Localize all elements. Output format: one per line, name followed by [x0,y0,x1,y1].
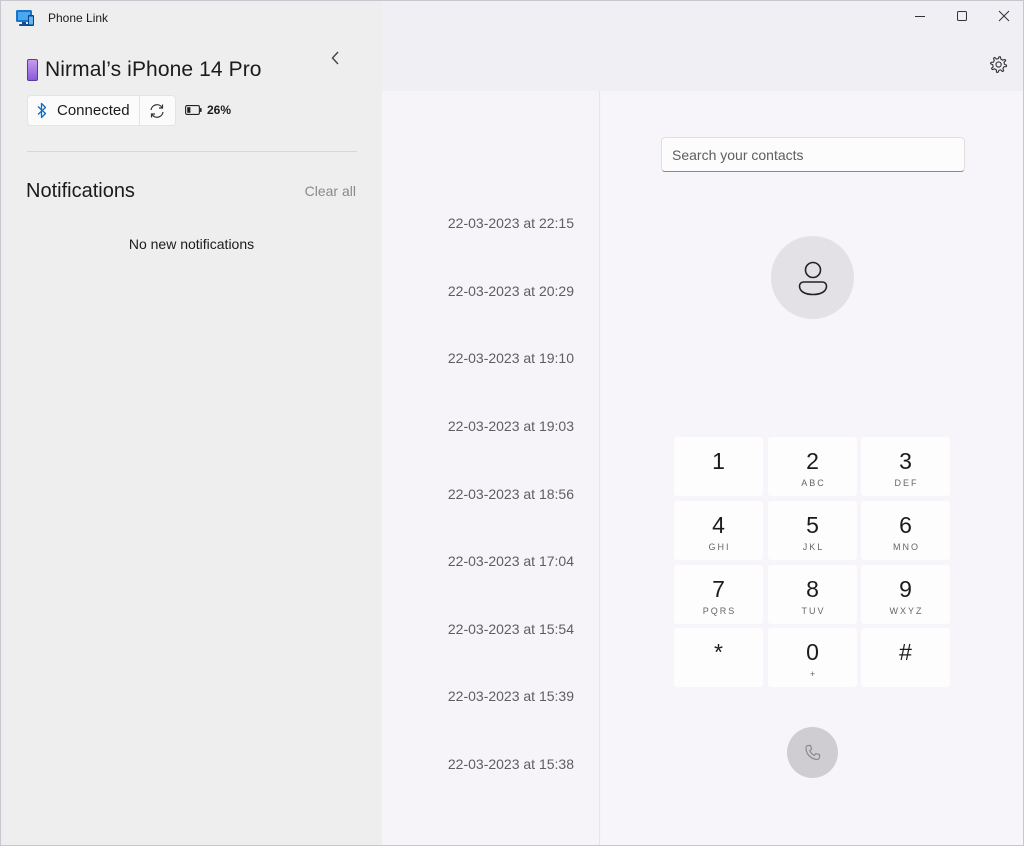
settings-button[interactable] [987,53,1011,77]
phone-device-icon [27,59,38,81]
person-icon [798,261,827,295]
key-3[interactable]: 3 DEF [861,437,950,496]
collapse-panel-button[interactable] [325,47,347,69]
call-item[interactable]: 22-03-2023 at 17:04 [448,553,574,569]
phone-link-window: Phone Link Nirmal’s iPhone 14 Pro Connec… [0,0,1024,846]
clear-all-button[interactable]: Clear all [305,183,356,199]
gear-icon [990,56,1008,74]
divider [27,151,357,152]
close-button[interactable] [983,1,1023,31]
key-2[interactable]: 2 ABC [768,437,857,496]
key-0[interactable]: 0 + [768,628,857,687]
call-item[interactable]: 22-03-2023 at 20:29 [448,283,574,299]
key-hash[interactable]: # [861,628,950,687]
device-name: Nirmal’s iPhone 14 Pro [45,58,262,81]
call-item[interactable]: 22-03-2023 at 22:15 [448,215,574,231]
app-title: Phone Link [48,11,109,25]
key-digit: # [899,639,912,665]
contacts-search-input[interactable] [661,137,965,172]
key-digit: 1 [712,448,725,474]
sync-icon [150,103,164,118]
close-icon [998,10,1010,22]
minimize-button[interactable] [899,1,941,31]
key-digit: 4 [712,512,725,538]
key-digit: * [714,639,723,665]
connected-button[interactable]: Connected [27,95,140,126]
key-letters: MNO [893,542,920,552]
key-star[interactable]: * [674,628,763,687]
key-letters: DEF [894,478,919,488]
top-bar [382,1,1023,91]
key-letters: GHI [708,542,731,552]
contact-avatar [771,236,854,319]
key-digit: 7 [712,576,725,602]
window-controls [899,1,1023,31]
key-letters: JKL [802,542,825,552]
call-item[interactable]: 22-03-2023 at 19:03 [448,418,574,434]
key-7[interactable]: 7 PQRS [674,565,763,624]
key-letters: ABC [801,478,826,488]
device-header: Nirmal’s iPhone 14 Pro [27,58,262,82]
key-letters: WXYZ [889,606,924,616]
connection-status-label: Connected [57,102,130,119]
battery-status: 26% [185,103,231,117]
key-6[interactable]: 6 MNO [861,501,950,560]
key-1[interactable]: 1 [674,437,763,496]
key-digit: 0 [806,639,819,665]
call-item[interactable]: 22-03-2023 at 15:54 [448,621,574,637]
key-digit: 8 [806,576,819,602]
key-9[interactable]: 9 WXYZ [861,565,950,624]
call-item[interactable]: 22-03-2023 at 19:10 [448,350,574,366]
key-letters: + [809,669,818,679]
key-4[interactable]: 4 GHI [674,501,763,560]
call-item[interactable]: 22-03-2023 at 15:39 [448,688,574,704]
battery-icon [185,105,202,115]
key-digit: 9 [899,576,912,602]
call-button[interactable] [787,727,838,778]
call-item[interactable]: 22-03-2023 at 15:38 [448,756,574,772]
battery-percentage: 26% [207,103,232,117]
bluetooth-icon [37,102,47,119]
key-8[interactable]: 8 TUV [768,565,857,624]
key-digit: 2 [806,448,819,474]
key-digit: 6 [899,512,912,538]
key-letters: TUV [801,606,826,616]
title-bar: Phone Link [1,1,382,37]
key-digit: 5 [806,512,819,538]
sync-button[interactable] [139,95,176,126]
key-digit: 3 [899,448,912,474]
notifications-title: Notifications [26,180,135,202]
key-letters: PQRS [702,606,737,616]
connection-status-group: Connected [27,95,176,126]
device-panel: Phone Link Nirmal’s iPhone 14 Pro Connec… [1,1,382,845]
call-item[interactable]: 22-03-2023 at 18:56 [448,486,574,502]
phone-icon [804,744,820,760]
maximize-button[interactable] [941,1,983,31]
key-5[interactable]: 5 JKL [768,501,857,560]
minimize-icon [915,16,925,17]
maximize-icon [957,11,967,21]
recent-calls-list: 22-03-2023 at 22:15 22-03-2023 at 20:29 … [382,91,600,845]
empty-notifications-text: No new notifications [128,236,255,252]
chevron-left-icon [331,51,339,65]
phone-link-icon [16,10,34,26]
